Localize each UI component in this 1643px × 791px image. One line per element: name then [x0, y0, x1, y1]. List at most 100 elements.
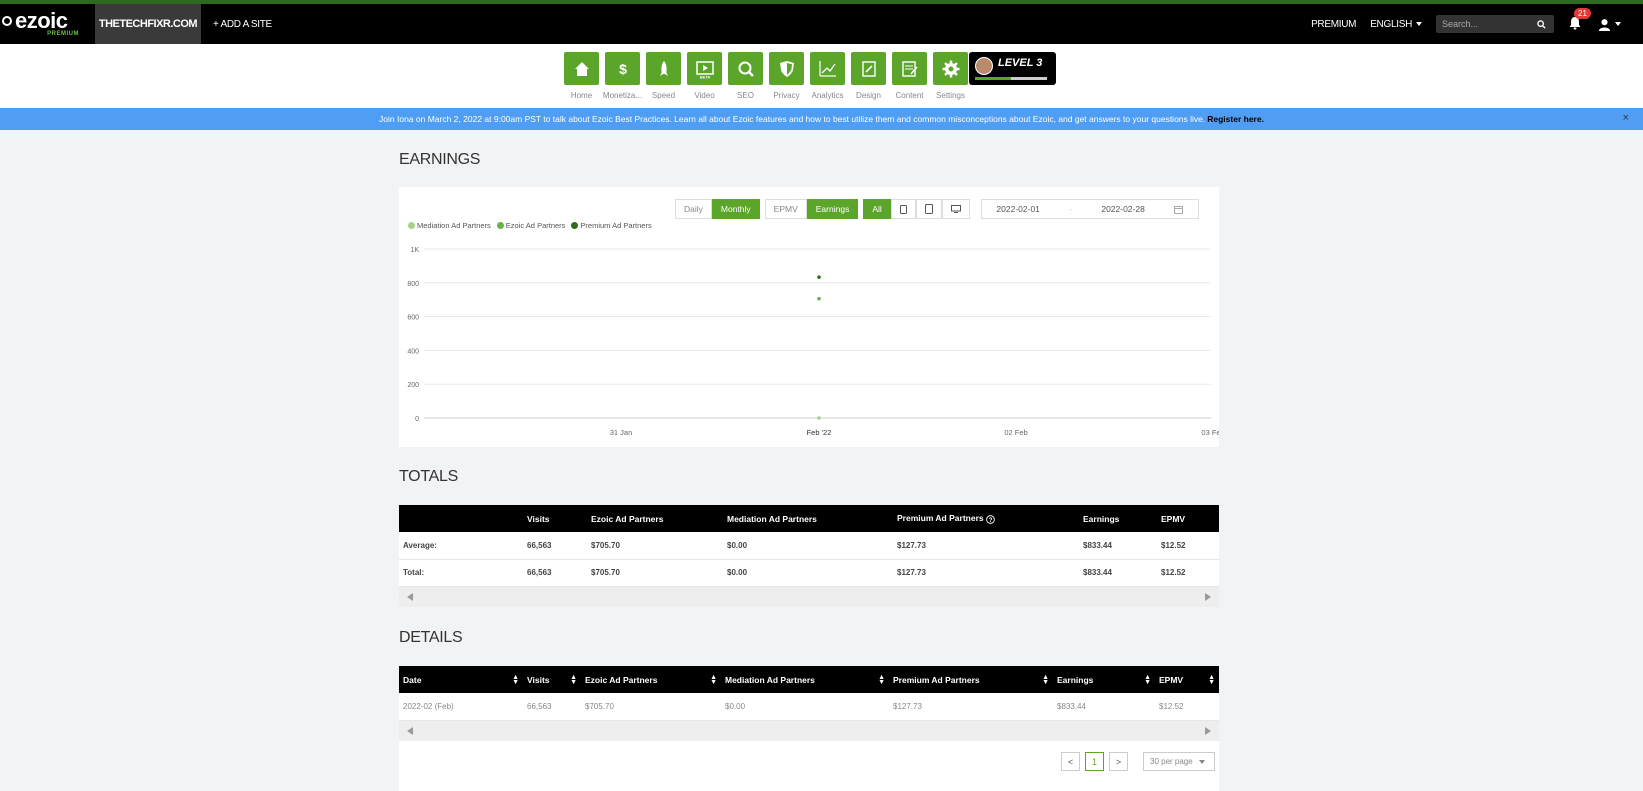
sort-icon[interactable]: ▲ ▼	[570, 674, 577, 686]
toolbar-item-analytics[interactable]: Analytics	[807, 52, 848, 100]
column-header[interactable]: Earnings ▲ ▼	[1053, 666, 1155, 693]
product-toolbar: Home $ Monetiza... Speed BETA Video SEO Privacy…	[0, 44, 1643, 108]
add-site-link[interactable]: + ADD A SITE	[213, 19, 272, 30]
details-title: DETAILS	[399, 629, 463, 646]
column-header[interactable]: Ezoic Ad Partners ▲ ▼	[581, 666, 721, 693]
toolbar-label: Content	[895, 91, 924, 100]
help-icon[interactable]: ?	[986, 514, 995, 524]
column-header[interactable]: Visits ▲ ▼	[523, 666, 581, 693]
data-point	[817, 296, 821, 301]
toolbar-label: Home	[570, 91, 593, 100]
toolbar-item-monetiza[interactable]: $ Monetiza...	[602, 52, 643, 100]
page-1-button[interactable]: 1	[1085, 752, 1104, 771]
y-tick-label: 400	[407, 348, 419, 355]
sort-icon[interactable]: ▲ ▼	[1144, 674, 1151, 686]
magnifier-icon[interactable]	[728, 52, 763, 85]
toolbar-item-privacy[interactable]: Privacy	[766, 52, 807, 100]
search-icon[interactable]	[1537, 19, 1546, 29]
toolbar-item-content[interactable]: Content	[889, 52, 930, 100]
close-icon[interactable]: ×	[1623, 112, 1629, 124]
beta-tag: BETA	[699, 74, 710, 79]
content-icon[interactable]	[892, 52, 927, 85]
column-header-label: Mediation Ad Partners	[727, 513, 817, 524]
column-header: EPMV	[1157, 505, 1219, 532]
per-page-select[interactable]: 30 per page	[1143, 752, 1215, 771]
column-header-label: Mediation Ad Partners	[725, 674, 815, 685]
toolbar-label: Privacy	[773, 91, 800, 100]
svg-text:$: $	[619, 61, 627, 77]
column-header[interactable]: Premium Ad Partners ▲ ▼	[889, 666, 1053, 693]
sort-icon[interactable]: ▲ ▼	[878, 674, 885, 686]
announcement-banner: Join Iona on March 2, 2022 at 9:00am PST…	[0, 108, 1643, 130]
sort-icon[interactable]: ▲ ▼	[1042, 674, 1049, 686]
y-tick-label: 800	[407, 281, 419, 288]
table-cell: $127.73	[893, 532, 1079, 560]
column-header-label: EPMV	[1161, 513, 1186, 524]
scroll-right-icon[interactable]	[1205, 726, 1211, 735]
toolbar-item-video[interactable]: BETA Video	[684, 52, 725, 100]
toolbar-item-design[interactable]: Design	[848, 52, 889, 100]
toolbar-item-seo[interactable]: SEO	[725, 52, 766, 100]
ezoic-logo[interactable]: ezoic PREMIUM	[0, 4, 95, 44]
premium-link[interactable]: PREMIUM	[1311, 19, 1356, 30]
y-tick-label: 600	[407, 315, 419, 322]
top-nav-bar: ezoic PREMIUM THETECHFIXR.COM + ADD A SI…	[0, 4, 1643, 44]
line-chart-icon[interactable]	[810, 52, 845, 85]
column-header[interactable]: EPMV ▲ ▼	[1155, 666, 1219, 693]
column-header[interactable]: Date ▲ ▼	[399, 666, 523, 693]
table-cell: $0.00	[723, 532, 893, 560]
scroll-left-icon[interactable]	[407, 592, 413, 601]
column-header[interactable]: Mediation Ad Partners ▲ ▼	[721, 666, 889, 693]
toolbar-item-settings[interactable]: Settings	[930, 52, 971, 100]
sort-icon[interactable]: ▲ ▼	[512, 674, 519, 686]
table-cell: $833.44	[1079, 532, 1157, 560]
user-menu[interactable]	[1598, 18, 1621, 31]
totals-table: Visits Ezoic Ad Partners Mediation Ad Part…	[399, 505, 1219, 587]
table-cell: $127.73	[893, 559, 1079, 587]
design-icon[interactable]	[851, 52, 886, 85]
toolbar-item-speed[interactable]: Speed	[643, 52, 684, 100]
column-header-label: Ezoic Ad Partners	[591, 513, 664, 524]
search-box	[1436, 15, 1554, 33]
sort-icon[interactable]: ▲ ▼	[1208, 674, 1215, 686]
user-icon	[1598, 18, 1611, 31]
video-icon[interactable]: BETA	[687, 52, 722, 85]
language-dropdown[interactable]: ENGLISH	[1370, 19, 1422, 30]
toolbar-label: Settings	[936, 91, 965, 100]
toolbar-label: Design	[856, 91, 881, 100]
toolbar-item-home[interactable]: Home	[561, 52, 602, 100]
level-badge[interactable]: LEVEL 3	[969, 52, 1056, 85]
notifications-button[interactable]: 21	[1568, 8, 1591, 32]
logo-text: ezoic	[15, 8, 68, 33]
sort-icon[interactable]: ▲ ▼	[710, 674, 717, 686]
current-site-tab[interactable]: THETECHFIXR.COM	[95, 4, 201, 44]
details-table-card: Date ▲ ▼ Visits ▲ ▼ Ezoic Ad Partners ▲ ▼ Mediati…	[399, 666, 1219, 791]
level-label: LEVEL 3	[998, 57, 1043, 69]
x-tick-label: 02 Feb	[1004, 428, 1027, 437]
horizontal-scrollbar[interactable]	[399, 720, 1219, 741]
column-header-label: Date	[403, 674, 422, 685]
toolbar-label: Video	[694, 91, 715, 100]
x-tick-label: 31 Jan	[610, 428, 633, 437]
announcement-text: Join Iona on March 2, 2022 at 9:00am PST…	[379, 114, 1206, 124]
column-header-label: EPMV	[1159, 674, 1184, 685]
column-header: Earnings	[1079, 505, 1157, 532]
column-header-label: Earnings	[1083, 513, 1120, 524]
gear-icon[interactable]	[933, 52, 968, 85]
earnings-title: EARNINGS	[399, 151, 481, 168]
horizontal-scrollbar[interactable]	[399, 586, 1219, 607]
scroll-right-icon[interactable]	[1205, 592, 1211, 601]
column-header: Ezoic Ad Partners	[587, 505, 723, 532]
next-page-button[interactable]: >	[1109, 752, 1128, 771]
dollar-icon[interactable]: $	[605, 52, 640, 85]
scroll-left-icon[interactable]	[407, 726, 413, 735]
shield-icon[interactable]	[769, 52, 804, 85]
home-icon[interactable]	[564, 52, 599, 85]
rocket-icon[interactable]	[646, 52, 681, 85]
prev-page-button[interactable]: <	[1061, 752, 1080, 771]
search-input[interactable]	[1442, 19, 1537, 29]
register-link[interactable]: Register here.	[1207, 114, 1264, 124]
table-cell: 66,563	[523, 693, 581, 721]
table-row: Total: 66,563 $705.70 $0.00 $127.73 $833.44 $1…	[399, 559, 1219, 587]
column-header-label: Earnings	[1057, 674, 1094, 685]
